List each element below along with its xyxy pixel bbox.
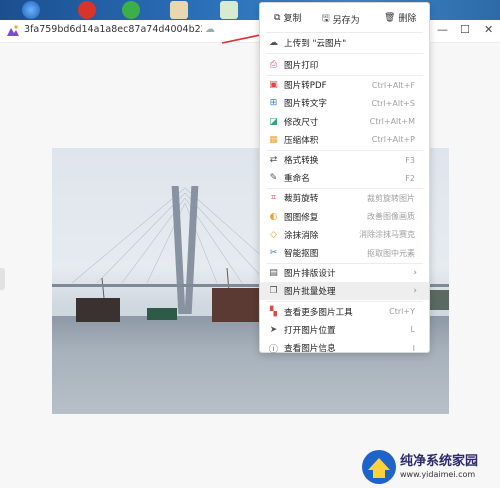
site-watermark: 纯净系统家园 www.yidaimei.com — [356, 446, 500, 488]
watermark-text: 纯净系统家园 — [400, 454, 479, 469]
menu-item-label: 查看图片信息 — [284, 344, 336, 354]
info-icon: ⓘ — [268, 344, 278, 355]
repair-icon: ◐ — [269, 211, 278, 222]
menu-item-label: 打开图片位置 — [284, 325, 336, 336]
menu-item-label: 图片转PDF — [284, 81, 327, 92]
trash-icon: 🗑 — [384, 12, 396, 23]
eraser-icon: ◇ — [270, 229, 277, 240]
menu-item-shortcut: 消除涂抹马赛克 — [359, 230, 415, 240]
copy-icon: ⧉ — [274, 12, 281, 23]
more-tools-icon: ▚ — [270, 306, 277, 317]
ocr-icon: ⊞ — [269, 98, 278, 109]
menu-item-shortcut: L — [410, 325, 415, 335]
chevron-right-icon: › — [413, 286, 417, 297]
menu-item-label: 图片排版设计 — [284, 269, 336, 280]
menu-item-upload-cloud[interactable]: ☁ 上传到 "云图片" — [260, 34, 429, 52]
location-icon: ➤ — [269, 324, 278, 335]
delete-button[interactable]: 🗑 删除 — [384, 11, 416, 25]
menu-item-label: 图片转文字 — [284, 99, 327, 110]
save-as-icon: 🖫 — [322, 14, 330, 24]
menu-item-ocr[interactable]: ⊞ 图片转文字 Ctrl+Alt+S — [260, 94, 429, 112]
pdf-icon: ▣ — [269, 80, 278, 91]
menu-item-eraser[interactable]: ◇ 涂抹消除 消除涂抹马赛克 — [260, 226, 429, 244]
cloud-upload-icon: ☁ — [269, 38, 278, 48]
menu-item-pdf[interactable]: ▣ 图片转PDF Ctrl+Alt+F — [260, 76, 429, 94]
menu-item-more-tools[interactable]: ▚ 查看更多图片工具 Ctrl+Y — [260, 303, 429, 321]
copy-button[interactable]: ⧉ 复制 — [274, 11, 301, 25]
menu-item-shortcut: Ctrl+Alt+S — [371, 98, 415, 108]
menu-item-rename[interactable]: ✎ 重命名 F2 — [260, 169, 429, 187]
menu-item-shortcut: Ctrl+Alt+P — [371, 135, 415, 145]
format-convert-icon: ⇄ — [269, 155, 278, 165]
cutout-icon: ✂ — [269, 248, 278, 258]
menu-item-shortcut: 裁剪旋转图片 — [367, 193, 415, 203]
menu-item-batch[interactable]: ❐ 图片批量处理 › — [260, 282, 429, 301]
save-as-button[interactable]: 🖫 另存为 — [322, 11, 360, 27]
menu-item-label: 压缩体积 — [284, 135, 319, 146]
menu-item-shortcut: 改善图像画质 — [367, 212, 415, 222]
menu-item-label: 智能抠图 — [284, 249, 319, 259]
menu-top-actions: ⧉ 复制 🖫 另存为 🗑 删除 — [260, 3, 429, 31]
menu-item-shortcut: I — [412, 343, 415, 353]
print-icon: ⎙ — [269, 60, 278, 70]
menu-item-crop[interactable]: ⌗ 裁剪旋转 裁剪旋转图片 — [260, 189, 429, 207]
menu-item-cutout[interactable]: ✂ 智能抠图 抠取图中元素 — [260, 244, 429, 262]
batch-icon: ❐ — [269, 286, 278, 297]
menu-item-shortcut: Ctrl+Y — [389, 307, 415, 317]
menu-item-repair[interactable]: ◐ 图图修复 改善图像画质 — [260, 208, 429, 226]
menu-item-label: 重命名 — [284, 174, 310, 185]
menu-item-compress[interactable]: ▦ 压缩体积 Ctrl+Alt+P — [260, 131, 429, 149]
watermark-url: www.yidaimei.com — [400, 470, 476, 479]
crop-icon: ⌗ — [270, 193, 277, 204]
menu-divider — [266, 32, 423, 33]
menu-item-shortcut: 抠取图中元素 — [367, 248, 415, 258]
rename-icon: ✎ — [269, 173, 278, 184]
menu-item-layout[interactable]: ▤ 图片排版设计 › — [260, 264, 429, 282]
menu-item-label: 图片批量处理 — [284, 287, 336, 298]
menu-item-label: 图片打印 — [284, 61, 319, 71]
watermark-logo-icon — [362, 450, 396, 484]
menu-item-label: 涂抹消除 — [284, 230, 319, 241]
menu-item-resize[interactable]: ◪ 修改尺寸 Ctrl+Alt+M — [260, 113, 429, 131]
menu-item-label: 图图修复 — [284, 212, 319, 223]
compress-icon: ▦ — [269, 134, 278, 145]
menu-item-shortcut: F3 — [405, 155, 415, 165]
menu-item-shortcut: Ctrl+Alt+M — [369, 117, 415, 127]
menu-item-label: 修改尺寸 — [284, 117, 319, 128]
menu-item-info[interactable]: ⓘ 查看图片信息 I — [260, 339, 429, 357]
menu-item-label: 裁剪旋转 — [284, 194, 319, 205]
menu-item-location[interactable]: ➤ 打开图片位置 L — [260, 321, 429, 339]
layout-icon: ▤ — [269, 268, 278, 279]
menu-item-shortcut: Ctrl+Alt+F — [371, 80, 415, 90]
context-menu: ⧉ 复制 🖫 另存为 🗑 删除 ☁ 上传到 "云图片" ⎙ 图片打印 ▣ 图片转PDF… — [259, 2, 430, 355]
chevron-right-icon: › — [413, 268, 417, 279]
menu-item-shortcut: F2 — [405, 173, 415, 183]
menu-divider — [266, 53, 423, 54]
menu-item-print[interactable]: ⎙ 图片打印 — [260, 56, 429, 74]
resize-icon: ◪ — [269, 116, 278, 127]
menu-item-label: 查看更多图片工具 — [284, 307, 353, 318]
menu-item-label: 格式转换 — [284, 156, 319, 166]
menu-item-format-convert[interactable]: ⇄ 格式转换 F3 — [260, 151, 429, 169]
